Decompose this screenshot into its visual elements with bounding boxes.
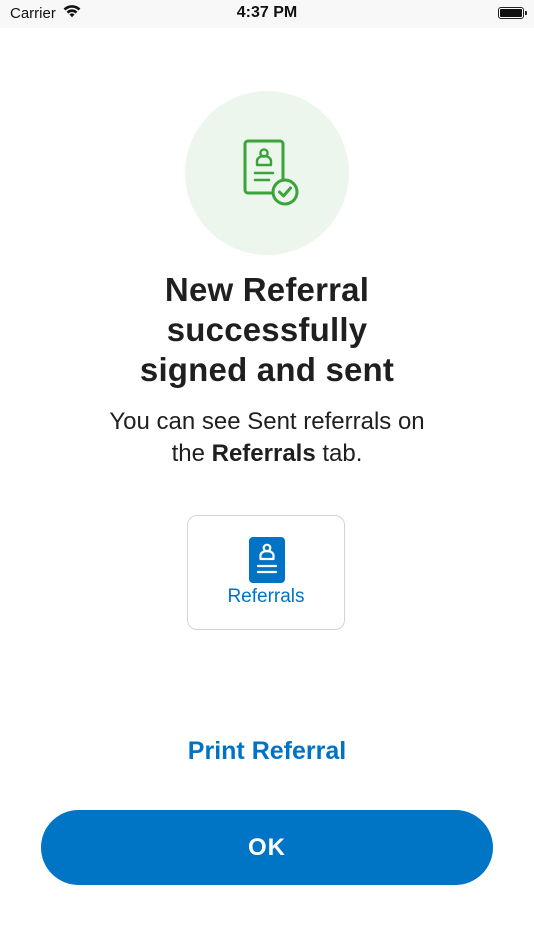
subtext-referrals-emphasis: Referrals (211, 440, 316, 467)
subtext-suffix: tab. (315, 440, 363, 467)
referrals-tab-tile[interactable]: Referrals (187, 515, 345, 630)
status-time: 4:37 PM (236, 4, 298, 21)
ok-button[interactable]: OK (41, 810, 493, 885)
headline-line-3: signed and sent (139, 351, 395, 388)
success-icon-circle (185, 91, 349, 255)
success-subtext: You can see Sent referrals on the Referr… (40, 406, 494, 470)
referrals-tile-label: Referrals (227, 586, 305, 607)
headline-line-1: New Referral (164, 271, 370, 308)
battery-icon (498, 7, 527, 19)
referral-document-check-icon (243, 139, 299, 206)
referral-document-icon (249, 537, 285, 583)
subtext-prefix: the (171, 440, 212, 467)
subtext-line-1: You can see Sent referrals on (109, 408, 425, 435)
referral-success-screen: Carrier 4:37 PM New Referral successfull… (0, 0, 534, 950)
print-referral-link[interactable]: Print Referral (0, 737, 534, 766)
status-bar: Carrier 4:37 PM (0, 0, 534, 28)
headline-line-2: successfully (166, 311, 368, 348)
subtext-line-2: the Referrals tab. (40, 438, 494, 470)
battery-level (500, 9, 522, 17)
success-headline: New Referral successfully signed and sen… (60, 270, 474, 390)
